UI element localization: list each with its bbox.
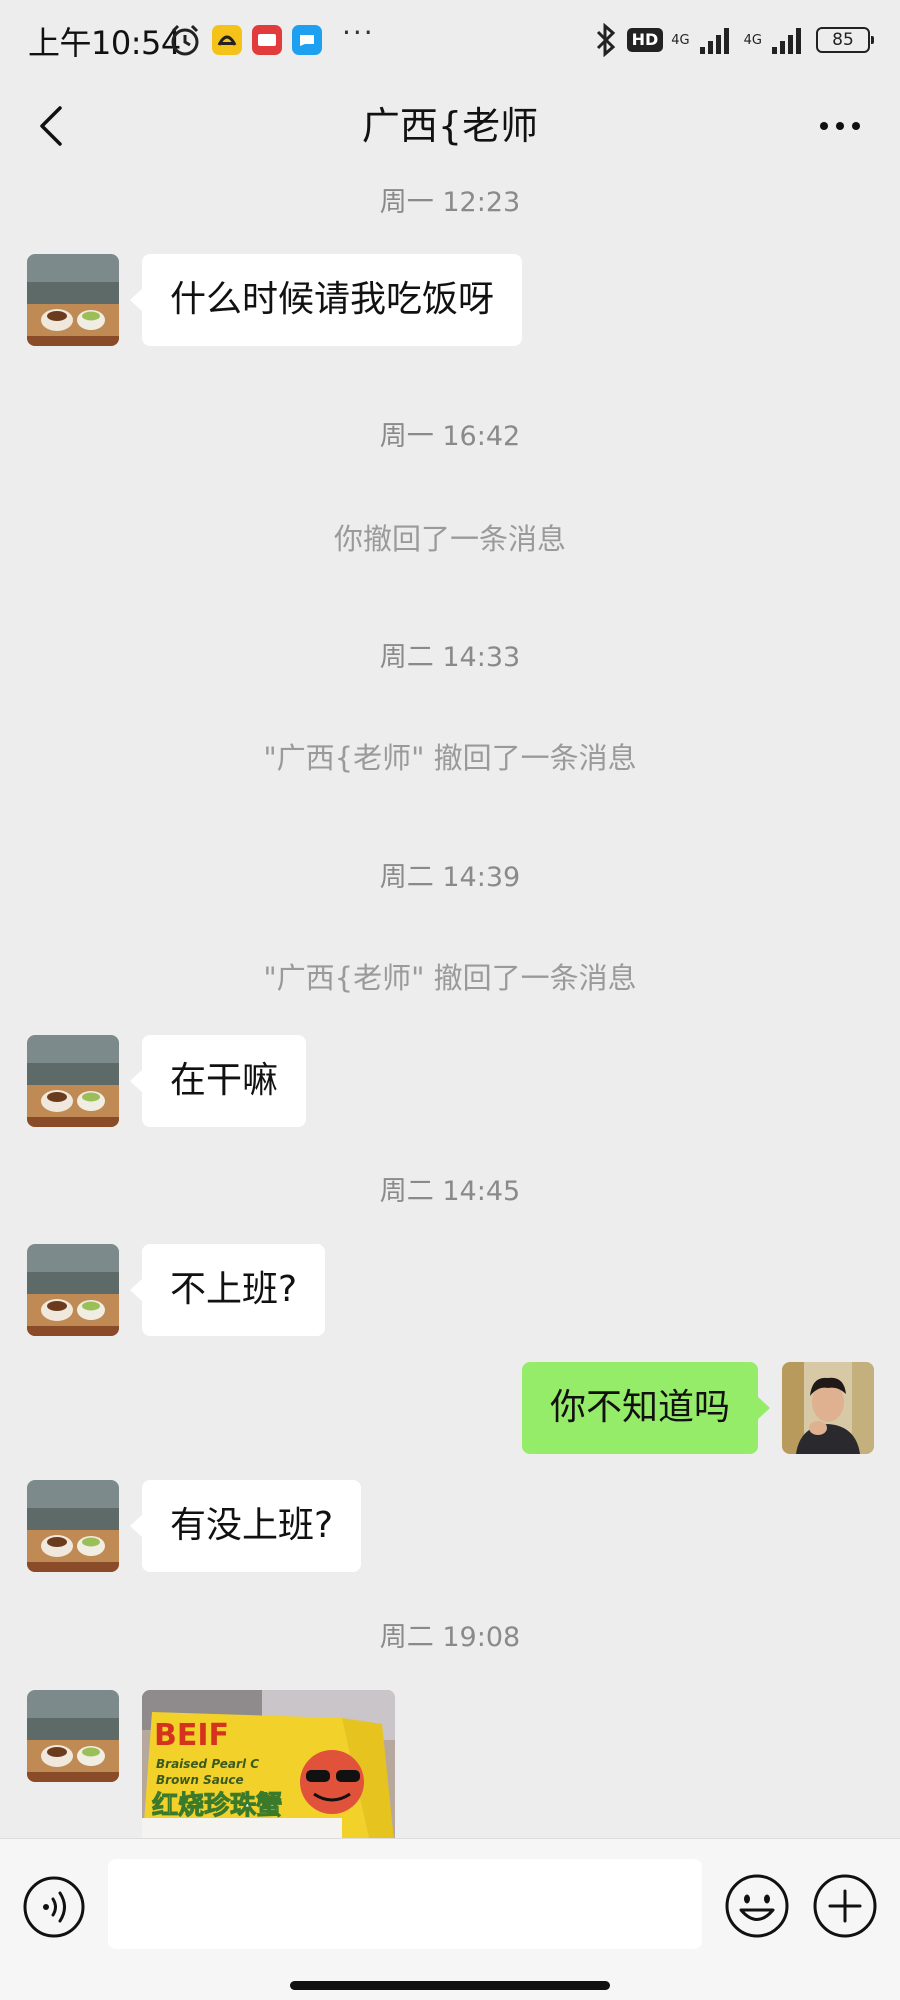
outgoing-message[interactable]: 你不知道吗 xyxy=(521,1362,771,1454)
bluetooth-icon xyxy=(596,23,615,57)
system-recall-notice: "广西{老师" 撤回了一条消息 xyxy=(263,961,637,995)
back-icon xyxy=(40,106,62,146)
app-notification-icon xyxy=(212,25,242,55)
status-time: 上午10:54 xyxy=(28,24,181,62)
package-brand: BEIF xyxy=(154,1718,229,1753)
more-functions-button[interactable] xyxy=(812,1873,878,1939)
package-line-1: Braised Pearl C xyxy=(156,1757,259,1771)
timestamp: 周二 14:33 xyxy=(379,642,521,673)
timestamp: 周一 16:42 xyxy=(379,421,521,452)
timestamp: 周二 14:45 xyxy=(379,1176,521,1207)
network-type-1: 4G xyxy=(671,32,690,48)
timestamp: 周二 19:08 xyxy=(379,1622,521,1653)
system-status-icons: HD 4G 4G 85 xyxy=(593,20,874,60)
alarm-icon xyxy=(171,24,199,56)
avatar-image xyxy=(27,1035,119,1127)
incoming-message[interactable]: 有没上班? xyxy=(129,1480,362,1572)
emoji-icon xyxy=(725,1874,789,1938)
timestamp: 周一 12:23 xyxy=(379,187,521,218)
contact-avatar[interactable] xyxy=(27,1244,119,1336)
contact-avatar[interactable] xyxy=(27,1480,119,1572)
voice-icon xyxy=(23,1876,85,1938)
battery-indicator: 85 xyxy=(816,27,874,53)
chat-header: 广西{老师 xyxy=(0,80,900,180)
system-recall-notice: 你撤回了一条消息 xyxy=(333,522,566,556)
avatar-image xyxy=(27,1690,119,1782)
more-notifications: ··· xyxy=(342,16,375,49)
more-options-button[interactable] xyxy=(808,94,872,158)
package-line-2: Brown Sauce xyxy=(156,1773,244,1787)
hd-voice-badge: HD xyxy=(626,28,664,52)
image-message[interactable]: BEIF Braised Pearl C Brown Sauce 红烧珍珠蟹 xyxy=(142,1690,395,1838)
back-button[interactable] xyxy=(22,94,78,158)
message-app-icon xyxy=(292,25,322,55)
incoming-message[interactable]: 不上班? xyxy=(129,1244,326,1336)
message-list[interactable]: 周一 12:23 什么时候请我吃饭呀 周一 16:42 你撤回了一条消息 周二 … xyxy=(0,180,900,1838)
signal-2-icon xyxy=(772,28,801,54)
package-cn-title: 红烧珍珠蟹 xyxy=(152,1790,282,1821)
signal-1-icon xyxy=(699,28,729,54)
contact-avatar[interactable] xyxy=(27,1690,119,1782)
avatar-image xyxy=(782,1362,874,1454)
more-icon xyxy=(820,122,860,130)
chat-title: 广西{老师 xyxy=(361,104,539,148)
network-type-2: 4G xyxy=(743,32,762,48)
shopping-app-icon xyxy=(252,25,282,55)
message-input[interactable] xyxy=(108,1859,702,1949)
plus-icon xyxy=(813,1874,877,1938)
incoming-message[interactable]: 在干嘛 xyxy=(129,1035,307,1127)
status-bar: 上午10:54 ··· HD 4G 4G 85 xyxy=(0,0,900,80)
contact-avatar[interactable] xyxy=(27,1035,119,1127)
system-recall-notice: "广西{老师" 撤回了一条消息 xyxy=(263,741,637,775)
contact-avatar[interactable] xyxy=(27,254,119,346)
input-bar xyxy=(0,1838,900,2000)
my-avatar[interactable] xyxy=(782,1362,874,1454)
product-photo: BEIF Braised Pearl C Brown Sauce 红烧珍珠蟹 xyxy=(142,1690,395,1838)
avatar-image xyxy=(27,1244,119,1336)
incoming-message[interactable]: 什么时候请我吃饭呀 xyxy=(129,254,523,346)
battery-level: 85 xyxy=(832,30,854,50)
timestamp: 周二 14:39 xyxy=(379,862,521,893)
home-indicator[interactable] xyxy=(290,1981,610,1990)
emoji-button[interactable] xyxy=(724,1873,790,1939)
voice-input-button[interactable] xyxy=(22,1875,86,1939)
avatar-image xyxy=(27,1480,119,1572)
avatar-image xyxy=(27,254,119,346)
